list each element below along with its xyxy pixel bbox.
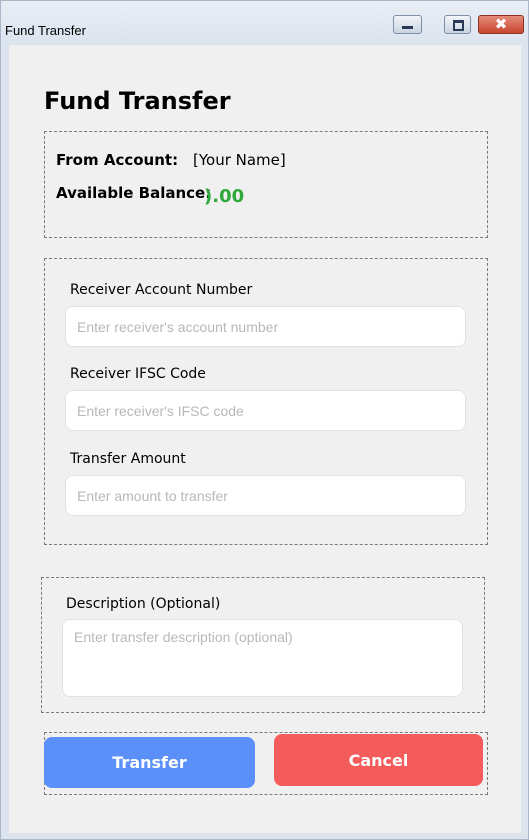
minimize-button[interactable] (393, 15, 422, 34)
description-textarea[interactable] (62, 619, 463, 697)
maximize-icon (453, 20, 464, 31)
account-number-label: Receiver Account Number (70, 282, 253, 298)
minimize-icon (402, 26, 413, 29)
transfer-button[interactable]: Transfer (44, 737, 255, 788)
available-balance-value: ).00 (204, 186, 245, 207)
close-button[interactable]: ✖ (478, 15, 524, 34)
transfer-amount-label: Transfer Amount (70, 451, 186, 467)
ifsc-code-input[interactable] (65, 390, 466, 431)
app-window: Fund Transfer ✖ Fund Transfer From Accou… (0, 0, 529, 840)
ifsc-code-label: Receiver IFSC Code (70, 366, 206, 382)
title-bar[interactable]: Fund Transfer ✖ (1, 1, 528, 45)
from-account-value: [Your Name] (193, 151, 286, 169)
window-title: Fund Transfer (5, 23, 86, 38)
maximize-button[interactable] (444, 15, 471, 34)
page-title: Fund Transfer (44, 87, 231, 115)
account-number-input[interactable] (65, 306, 466, 347)
transfer-amount-input[interactable] (65, 475, 466, 516)
cancel-button[interactable]: Cancel (274, 734, 483, 786)
from-account-label: From Account: (56, 151, 179, 169)
close-icon: ✖ (494, 15, 508, 33)
available-balance-label: Available Balance: (56, 184, 212, 202)
description-label: Description (Optional) (66, 596, 221, 612)
